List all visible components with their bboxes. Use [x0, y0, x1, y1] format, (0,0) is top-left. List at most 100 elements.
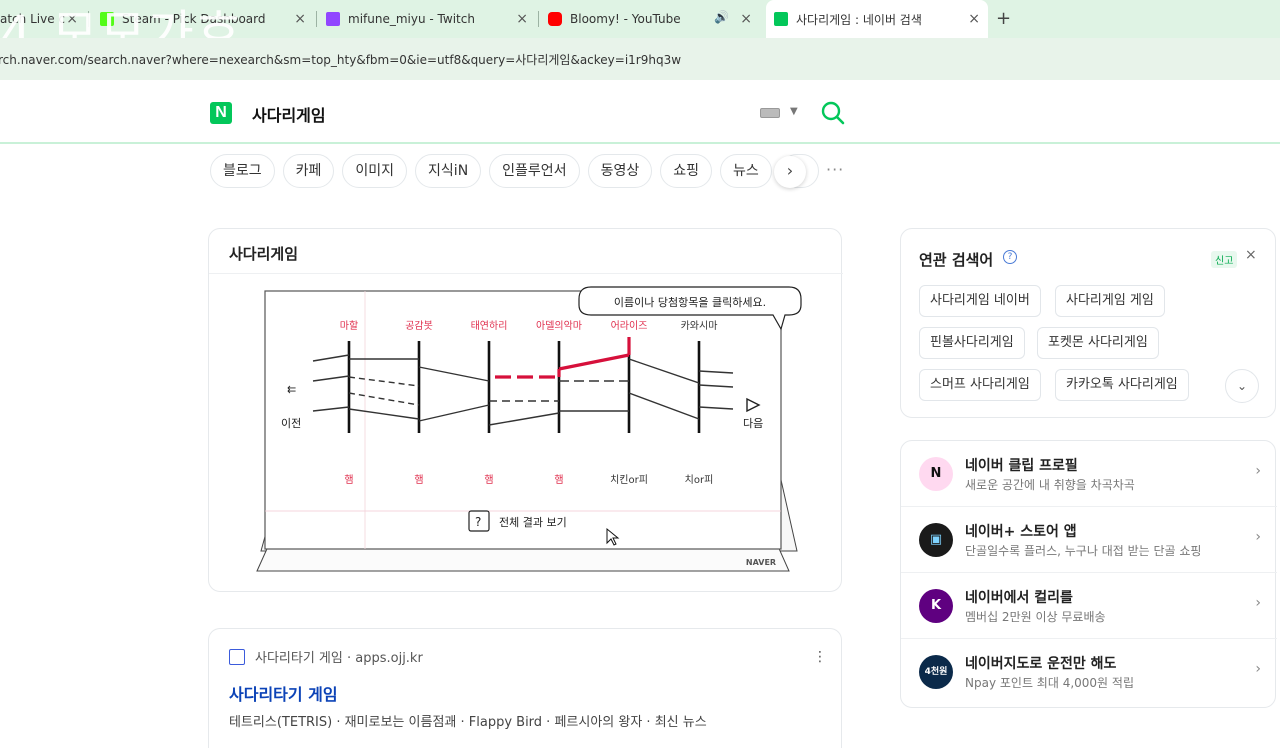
ladder-game-board[interactable]: 이름이나 당첨항목을 클릭하세요. 마할 공감봇 태연하리 아델의악마 어라이즈…: [249, 281, 809, 581]
prev-button[interactable]: ⇇: [287, 383, 296, 396]
question-mark: ?: [475, 515, 481, 529]
new-tab-button[interactable]: +: [996, 8, 1011, 29]
chevron-right-icon: ›: [1255, 661, 1261, 677]
ladder-bottom-item[interactable]: 햄: [414, 473, 423, 486]
category-tab[interactable]: 지식iN: [415, 154, 482, 188]
naver-search-header: N 사다리게임 ▼: [0, 80, 1280, 144]
tab-close-icon[interactable]: ×: [66, 11, 78, 27]
promo-panel: N 네이버 클립 프로필 새로운 공간에 내 취향을 차곡차곡 › ▣ 네이버+…: [900, 440, 1277, 708]
category-tab[interactable]: 쇼핑: [660, 154, 712, 188]
related-chip[interactable]: 사다리게임 네이버: [919, 285, 1041, 317]
more-options-icon[interactable]: ⋮: [813, 649, 827, 665]
tab-title: Bloomy! - YouTube: [570, 12, 681, 26]
ladder-top-name[interactable]: 공감봇: [405, 320, 433, 332]
address-bar[interactable]: rch.naver.com/search.naver?where=nexearc…: [0, 38, 1280, 80]
chevron-right-icon[interactable]: ›: [774, 156, 806, 188]
result-description: 테트리스(TETRIS) · 재미로보는 이름점괘 · Flappy Bird …: [229, 715, 707, 730]
related-chip[interactable]: 스머프 사다리게임: [919, 369, 1041, 401]
browser-tab-1[interactable]: Steam - Pick Dashboard ×: [100, 0, 314, 38]
related-chip[interactable]: 포켓몬 사다리게임: [1037, 327, 1159, 359]
chevron-right-icon: ›: [1255, 529, 1261, 545]
result-title-link[interactable]: 사다리타기 게임: [229, 681, 338, 705]
promo-item[interactable]: ▣ 네이버+ 스토어 앱 단골일수록 플러스, 누구나 대접 받는 단골 쇼핑 …: [901, 507, 1277, 573]
browser-tab-2[interactable]: mifune_miyu - Twitch ×: [326, 0, 536, 38]
naver-logo[interactable]: N: [210, 102, 232, 124]
ladder-bottom-item[interactable]: 햄: [344, 473, 353, 486]
tab-divider: [316, 11, 317, 27]
kick-favicon-icon: [100, 12, 114, 26]
prev-label[interactable]: 이전: [281, 417, 301, 430]
promo-title: 네이버에서 컬리를: [965, 590, 1073, 606]
browser-tab-bar: atch Live c × Steam - Pick Dashboard × m…: [0, 0, 1280, 63]
promo-title: 네이버 클립 프로필: [965, 458, 1078, 474]
tab-close-icon[interactable]: ×: [968, 11, 980, 27]
naver-brand-mark: NAVER: [746, 558, 776, 567]
divider: [209, 273, 843, 274]
promo-icon: 4천원: [919, 655, 953, 689]
ladder-top-name[interactable]: 태연하리: [471, 319, 508, 332]
result-site-label: 사다리타기 게임 · apps.ojj.kr: [255, 651, 423, 666]
ladder-top-name[interactable]: 카와시마: [681, 320, 718, 332]
related-searches-panel: 연관 검색어 ? 신고 × 사다리게임 네이버 사다리게임 게임 핀볼사다리게임…: [900, 228, 1276, 418]
search-result-card: 사다리타기 게임 · apps.ojj.kr ⋮ 사다리타기 게임 테트리스(T…: [208, 628, 842, 748]
tab-close-icon[interactable]: ×: [294, 11, 306, 27]
youtube-favicon-icon: [548, 12, 562, 26]
ladder-top-name[interactable]: 어라이즈: [611, 320, 648, 332]
next-label[interactable]: 다음: [743, 417, 763, 430]
expand-chevron-icon[interactable]: ⌄: [1225, 369, 1259, 403]
more-icon[interactable]: ···: [826, 160, 844, 179]
browser-tab-3[interactable]: Bloomy! - YouTube 🔊 ×: [548, 0, 760, 38]
tab-close-icon[interactable]: ×: [516, 11, 528, 27]
browser-tab-0[interactable]: atch Live c ×: [0, 0, 86, 38]
category-tab[interactable]: 뉴스: [719, 154, 772, 188]
ladder-bottom-item[interactable]: 치킨or피: [610, 474, 648, 486]
promo-item[interactable]: 4천원 네이버지도로 운전만 해도 Npay 포인트 최대 4,000원 적립 …: [901, 639, 1277, 705]
card-title: 사다리게임: [229, 245, 299, 263]
result-source[interactable]: 사다리타기 게임 · apps.ojj.kr: [229, 647, 423, 666]
close-icon[interactable]: ×: [1245, 247, 1257, 263]
category-tab[interactable]: 인플루언서: [489, 154, 580, 188]
related-chip[interactable]: 사다리게임 게임: [1055, 285, 1165, 317]
category-tab[interactable]: 카페: [282, 154, 335, 188]
tab-divider: [88, 11, 89, 27]
keyboard-icon[interactable]: [760, 108, 780, 118]
tab-close-icon[interactable]: ×: [740, 11, 752, 27]
promo-subtitle: 새로운 공간에 내 취향을 차곡차곡: [965, 478, 1135, 492]
tab-title: mifune_miyu - Twitch: [348, 12, 475, 26]
ladder-top-name[interactable]: 아델의악마: [536, 320, 582, 332]
related-title: 연관 검색어: [919, 251, 994, 269]
category-tab[interactable]: 블로그: [210, 154, 275, 188]
ladder-bottom-item[interactable]: 햄: [554, 473, 563, 486]
ladder-top-name[interactable]: 마할: [340, 320, 358, 332]
chevron-right-icon: ›: [1255, 463, 1261, 479]
view-all-results-button[interactable]: 전체 결과 보기: [499, 516, 567, 529]
tab-title: Steam - Pick Dashboard: [122, 12, 266, 26]
category-tabs: 블로그카페이미지지식iN인플루언서동영상쇼핑뉴스쇼: [210, 154, 819, 190]
promo-subtitle: 단골일수록 플러스, 누구나 대접 받는 단골 쇼핑: [965, 544, 1202, 558]
promo-icon: ▣: [919, 523, 953, 557]
twitch-favicon-icon: [326, 12, 340, 26]
related-chip[interactable]: 핀볼사다리게임: [919, 327, 1025, 359]
promo-item[interactable]: K 네이버에서 컬리를 멤버십 2만원 이상 무료배송 ›: [901, 573, 1277, 639]
category-tab[interactable]: 이미지: [342, 154, 408, 188]
url-text[interactable]: rch.naver.com/search.naver?where=nexearc…: [0, 51, 681, 68]
chevron-down-icon[interactable]: ▼: [790, 106, 798, 117]
promo-subtitle: Npay 포인트 최대 4,000원 적립: [965, 676, 1134, 690]
bubble-text: 이름이나 당첨항목을 클릭하세요.: [614, 295, 766, 309]
search-input[interactable]: 사다리게임: [252, 102, 326, 126]
promo-icon: N: [919, 457, 953, 491]
promo-title: 네이버지도로 운전만 해도: [965, 656, 1117, 672]
ladder-bottom-item[interactable]: 치or피: [685, 474, 714, 486]
category-tab[interactable]: 동영상: [587, 154, 653, 188]
search-icon[interactable]: [820, 100, 846, 126]
chevron-right-icon: ›: [1255, 595, 1261, 611]
ladder-bottom-item[interactable]: 햄: [484, 473, 493, 486]
tab-divider: [538, 11, 539, 27]
browser-tab-active[interactable]: 사다리게임 : 네이버 검색 ×: [766, 0, 988, 38]
help-icon[interactable]: ?: [1003, 250, 1017, 264]
ladder-game-card: 사다리게임 이름이나 당첨항목을 클릭하세요. 마할 공감봇 태연하리 아델의악…: [208, 228, 843, 592]
report-button[interactable]: 신고: [1211, 251, 1238, 268]
promo-item[interactable]: N 네이버 클립 프로필 새로운 공간에 내 취향을 차곡차곡 ›: [901, 441, 1277, 507]
related-chip[interactable]: 카카오톡 사다리게임: [1055, 369, 1189, 401]
speaker-icon[interactable]: 🔊: [714, 10, 729, 24]
